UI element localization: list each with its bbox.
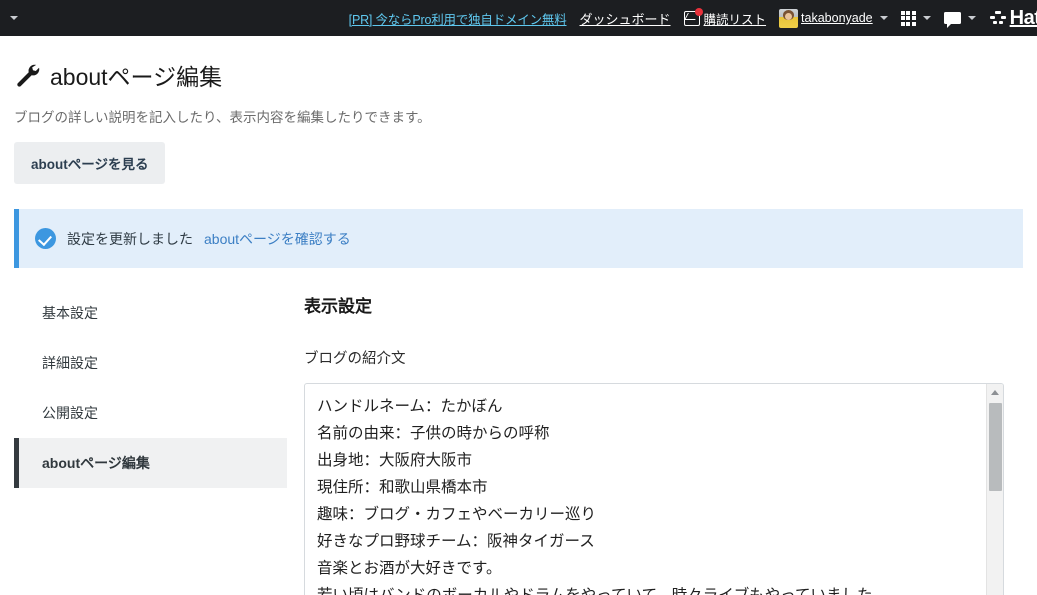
user-menu[interactable]: takabonyade [779, 8, 888, 28]
alert-confirm-link[interactable]: aboutページを確認する [204, 229, 351, 249]
chevron-down-icon [879, 16, 888, 20]
blog-intro-textarea[interactable]: ハンドルネーム：たかぼん 名前の由来：子供の時からの呼称 出身地：大阪府大阪市 … [304, 383, 1004, 595]
mail-icon [683, 7, 703, 26]
settings-sidebar: 基本設定 詳細設定 公開設定 aboutページ編集 [14, 284, 287, 595]
hatena-logo-icon [989, 11, 1007, 25]
scrollbar-thumb[interactable] [989, 403, 1002, 491]
dashboard-link[interactable]: ダッシュボード [580, 9, 671, 28]
textarea-scrollbar[interactable] [986, 384, 1003, 595]
page-title: aboutページ編集 [14, 58, 1023, 92]
main-content: 表示設定 ブログの紹介文 ハンドルネーム：たかぼん 名前の由来：子供の時からの呼… [287, 284, 1023, 595]
page-description: ブログの詳しい説明を記入したり、表示内容を編集したりできます。 [14, 110, 431, 125]
blog-intro-textarea-value[interactable]: ハンドルネーム：たかぼん 名前の由来：子供の時からの呼称 出身地：大阪府大阪市 … [305, 384, 1003, 595]
sidebar-item-about-page-edit[interactable]: aboutページ編集 [14, 438, 287, 488]
global-header-right: [PR] 今ならPro利用で独自ドメイン無料 ダッシュボード 購読リスト tak… [349, 7, 1037, 30]
scroll-up-arrow-icon[interactable] [987, 384, 1003, 401]
subscription-list-link[interactable]: 購読リスト [683, 7, 767, 28]
apps-menu[interactable] [900, 10, 931, 26]
alert-message: 設定を更新しました [67, 230, 193, 247]
messages-menu[interactable] [943, 12, 976, 28]
username-label: takabonyade [801, 11, 873, 25]
pr-promo-link[interactable]: [PR] 今ならPro利用で独自ドメイン無料 [349, 9, 567, 28]
hatena-brand-link[interactable]: Hate [989, 7, 1037, 30]
grid-apps-icon [900, 10, 916, 26]
hatena-brand-label: Hate [1009, 6, 1037, 29]
notification-badge-icon [694, 7, 703, 16]
page-body: aboutページ編集 ブログの詳しい説明を記入したり、表示内容を編集したりできま… [0, 58, 1037, 595]
chat-bubble-icon [943, 12, 961, 28]
blog-intro-label: ブログの紹介文 [304, 351, 406, 367]
success-alert: 設定を更新しました aboutページを確認する [14, 209, 1023, 268]
sidebar-item-detail-settings[interactable]: 詳細設定 [14, 338, 287, 388]
content-columns: 基本設定 詳細設定 公開設定 aboutページ編集 表示設定 ブログの紹介文 ハ… [14, 284, 1023, 595]
subscription-list-label: 購読リスト [703, 12, 767, 27]
page-title-text: aboutページ編集 [50, 64, 223, 90]
chevron-down-icon [967, 16, 976, 20]
chevron-down-icon[interactable] [10, 16, 18, 20]
check-circle-icon [35, 228, 56, 249]
global-header-left [0, 16, 18, 20]
avatar [779, 8, 799, 28]
wrench-icon [14, 62, 40, 88]
global-header: [PR] 今ならPro利用で独自ドメイン無料 ダッシュボード 購読リスト tak… [0, 0, 1037, 36]
sidebar-item-publish-settings[interactable]: 公開設定 [14, 388, 287, 438]
chevron-down-icon [922, 16, 931, 20]
view-about-page-button[interactable]: aboutページを見る [14, 142, 166, 184]
sidebar-item-basic-settings[interactable]: 基本設定 [14, 288, 287, 338]
section-title: 表示設定 [304, 297, 372, 316]
